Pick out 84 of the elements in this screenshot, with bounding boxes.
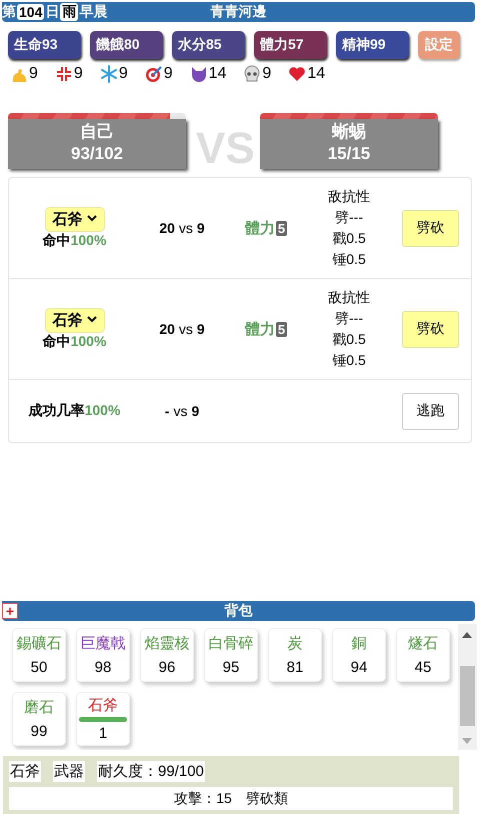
snowflake-icon bbox=[100, 65, 118, 83]
inventory-item[interactable]: 錫礦石 50 bbox=[12, 628, 66, 682]
resistance-label: 劈--- bbox=[335, 208, 363, 227]
damage-comparison: 20 vs 9 bbox=[159, 321, 205, 337]
stat-button[interactable]: 精神99 bbox=[336, 31, 409, 59]
item-name: 磨石 bbox=[24, 698, 54, 717]
inventory-item[interactable]: 石斧 1 bbox=[76, 692, 130, 746]
target-icon bbox=[144, 65, 163, 83]
attack-button[interactable]: 劈砍 bbox=[402, 310, 459, 348]
chevron-icon bbox=[86, 316, 96, 324]
item-name: 炭 bbox=[288, 634, 302, 653]
resistance-label: 戳0.5 bbox=[332, 229, 366, 248]
stat-button[interactable]: 體力57 bbox=[254, 31, 327, 59]
fighter-name: 自己 bbox=[79, 121, 115, 143]
inventory-item[interactable]: 巨魔戟 98 bbox=[76, 628, 130, 682]
flee-button[interactable]: 逃跑 bbox=[402, 392, 459, 430]
inventory-item[interactable]: 炭 81 bbox=[268, 628, 322, 682]
scrollbar[interactable] bbox=[458, 624, 477, 750]
inventory-item[interactable]: 白骨碎 95 bbox=[204, 628, 258, 682]
item-name: 白骨碎 bbox=[208, 634, 254, 653]
attribute-value: 9 bbox=[164, 65, 173, 83]
resistance-label: 劈--- bbox=[335, 309, 363, 328]
chevron-icon bbox=[86, 215, 96, 223]
item-count: 1 bbox=[98, 724, 108, 742]
time-label: 早晨 bbox=[79, 3, 108, 21]
resistance-label: 敌抗性 bbox=[328, 187, 370, 206]
stat-button[interactable]: 水分85 bbox=[172, 31, 245, 59]
weapon-dropdown[interactable]: 石斧 bbox=[44, 206, 104, 232]
resistance-label: 锤0.5 bbox=[332, 250, 366, 269]
item-name: 錫礦石 bbox=[16, 634, 62, 653]
item-tag: 武器 bbox=[53, 761, 85, 782]
resistance-label: 敌抗性 bbox=[328, 288, 370, 307]
day-label: 日 bbox=[45, 3, 60, 21]
inventory-item[interactable]: 銅 94 bbox=[332, 628, 386, 682]
anger-icon bbox=[54, 65, 73, 83]
resistance-label: 戳0.5 bbox=[332, 330, 366, 349]
damage-comparison: 20 vs 9 bbox=[159, 220, 205, 236]
stamina-cost: 體力 5 bbox=[244, 220, 288, 236]
item-name: 燧石 bbox=[408, 634, 438, 653]
location-title: 青青河邊 bbox=[210, 3, 266, 19]
attribute-value: 14 bbox=[208, 65, 226, 83]
item-description: 攻擊：15 劈砍類 bbox=[9, 787, 453, 810]
item-count: 95 bbox=[222, 659, 240, 676]
attribute-value: 14 bbox=[307, 65, 326, 83]
item-count: 81 bbox=[286, 659, 304, 676]
hit-rate: 成功几率100% bbox=[27, 402, 122, 420]
inventory-item[interactable]: 焰靈核 96 bbox=[140, 628, 194, 682]
item-name: 巨魔戟 bbox=[80, 634, 126, 653]
day-number: 104 bbox=[17, 4, 44, 20]
heart-icon bbox=[288, 65, 306, 83]
item-count: 99 bbox=[30, 723, 48, 740]
item-name: 焰靈核 bbox=[144, 634, 190, 653]
fighter-hp: 15/15 bbox=[326, 143, 372, 165]
inventory-item[interactable]: 燧石 45 bbox=[396, 628, 450, 682]
fighter-hp: 93/102 bbox=[70, 143, 124, 165]
fighter-name: 蜥蜴 bbox=[330, 121, 367, 143]
inventory-item[interactable]: 磨石 99 bbox=[12, 692, 66, 746]
damage-comparison: - vs 9 bbox=[164, 403, 200, 419]
hit-rate: 命中100% bbox=[42, 332, 108, 350]
item-tag: 耐久度：99/100 bbox=[97, 761, 205, 782]
attribute-value: 9 bbox=[29, 65, 38, 83]
item-name: 銅 bbox=[352, 634, 366, 653]
bag-title: 背包 bbox=[224, 602, 252, 618]
attribute-value: 9 bbox=[74, 65, 83, 83]
stat-button[interactable]: 生命93 bbox=[8, 31, 81, 59]
expand-button[interactable]: + bbox=[2, 603, 18, 619]
day-label: 第 bbox=[2, 3, 16, 21]
item-count: 50 bbox=[30, 659, 48, 676]
item-count: 96 bbox=[158, 659, 176, 676]
weapon-dropdown[interactable]: 石斧 bbox=[44, 308, 104, 332]
attribute-value: 9 bbox=[118, 65, 128, 83]
attribute-value: 9 bbox=[262, 65, 272, 83]
item-tag: 石斧 bbox=[9, 761, 41, 782]
item-count: 94 bbox=[350, 659, 368, 676]
item-count: 98 bbox=[94, 659, 112, 676]
hit-rate: 命中100% bbox=[42, 232, 108, 250]
resistance-label: 锤0.5 bbox=[332, 351, 366, 370]
weather-label: 雨 bbox=[60, 3, 78, 21]
item-count: 45 bbox=[414, 659, 432, 676]
attack-button[interactable]: 劈砍 bbox=[402, 210, 459, 246]
skull-icon bbox=[243, 65, 262, 83]
stamina-cost: 體力 5 bbox=[244, 320, 288, 338]
stat-button[interactable]: 饑餓80 bbox=[90, 31, 163, 59]
item-name: 石斧 bbox=[88, 696, 118, 716]
